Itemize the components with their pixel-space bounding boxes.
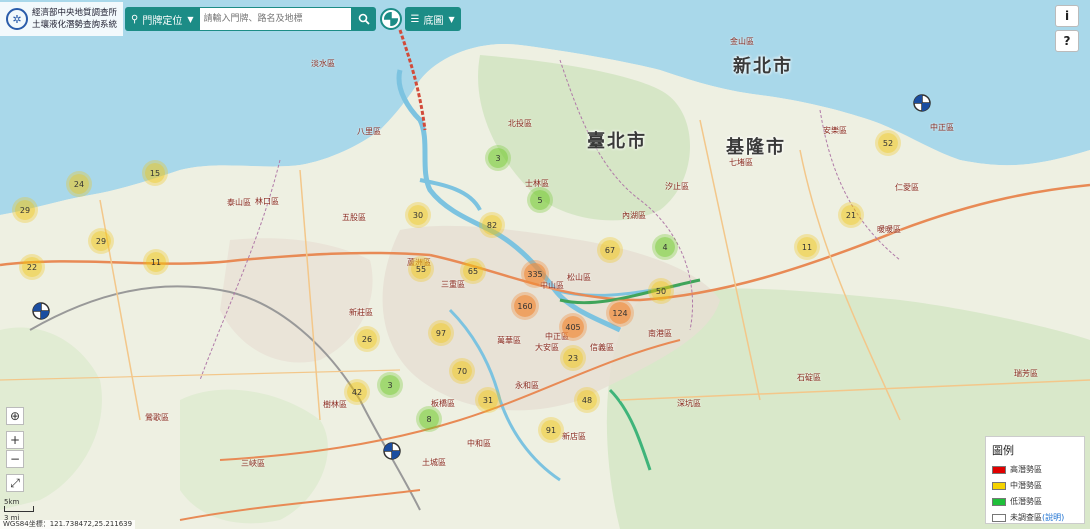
legend-label: 高潛勢區 (1010, 465, 1042, 474)
map-pin-icon: ⚲ (131, 13, 139, 25)
fullscreen-button[interactable]: ⤢ (6, 474, 24, 492)
compass-icon (383, 12, 398, 26)
legend-help-link[interactable]: (說明) (1042, 512, 1064, 523)
cluster-marker[interactable]: 160 (514, 295, 536, 317)
cluster-marker[interactable]: 22 (22, 257, 42, 277)
cluster-marker[interactable]: 5 (530, 190, 550, 210)
cluster-marker[interactable]: 30 (408, 205, 428, 225)
legend-label: 中潛勢區 (1010, 481, 1042, 490)
legend-swatch (992, 513, 1006, 522)
cluster-marker[interactable]: 97 (431, 323, 451, 343)
cluster-marker[interactable]: 52 (878, 133, 898, 153)
cluster-marker[interactable]: 50 (651, 281, 671, 301)
legend-swatch (992, 497, 1006, 506)
cluster-marker[interactable]: 26 (357, 329, 377, 349)
legend-item: 中潛勢區 (992, 480, 1078, 491)
cluster-marker[interactable]: 21 (841, 205, 861, 225)
legend-swatch (992, 465, 1006, 474)
cluster-marker[interactable]: 11 (797, 237, 817, 257)
legend-label: 低潛勢區 (1010, 497, 1042, 506)
basemap-label: 底圖 (423, 15, 444, 27)
agency-logo[interactable]: ✲ 經濟部中央地質調查所 土壤液化潛勢查詢系統 (0, 2, 124, 36)
cluster-marker[interactable]: 42 (347, 382, 367, 402)
chevron-down-icon: ▼ (187, 14, 194, 24)
scale-line (4, 506, 34, 512)
cluster-marker[interactable]: 124 (609, 302, 631, 324)
cluster-marker[interactable]: 82 (482, 215, 502, 235)
cluster-marker[interactable]: 3 (380, 375, 400, 395)
help-button[interactable]: ? (1055, 30, 1079, 52)
cluster-marker[interactable]: 91 (541, 420, 561, 440)
coordinate-readout: WGS84坐標：121.738472,25.211639 (0, 520, 136, 529)
cluster-marker[interactable]: 31 (478, 390, 498, 410)
agency-seal-icon: ✲ (6, 8, 28, 30)
cluster-marker[interactable]: 48 (577, 390, 597, 410)
search-button[interactable] (351, 7, 376, 31)
cluster-marker[interactable]: 24 (69, 174, 89, 194)
cluster-marker[interactable]: 65 (463, 261, 483, 281)
crosshair-marker-icon[interactable] (383, 442, 401, 460)
crosshair-marker-icon[interactable] (913, 94, 931, 112)
chevron-down-icon: ▼ (448, 14, 455, 24)
cluster-marker[interactable]: 335 (524, 263, 546, 285)
search-icon (358, 13, 370, 25)
legend-label: 未調查區 (1010, 513, 1042, 522)
app-root: 新北市 臺北市 基隆市 淡水區 八里區 北投區 士林區 三芝區 汐止區 內湖區 … (0, 0, 1090, 529)
cluster-marker[interactable]: 29 (91, 231, 111, 251)
scale-km: 5km (4, 498, 20, 506)
cluster-marker[interactable]: 4 (655, 237, 675, 257)
basemap-dropdown[interactable]: ☰ 底圖 ▼ (404, 7, 461, 31)
cluster-marker[interactable]: 3 (488, 148, 508, 168)
legend-panel: 圖例 高潛勢區 中潛勢區 低潛勢區 未調查區 (說明) (985, 436, 1085, 524)
search-input[interactable] (199, 7, 352, 31)
compass-button[interactable] (379, 8, 402, 30)
scale-bar: 5km 3 mi (4, 498, 34, 522)
legend-title: 圖例 (992, 444, 1014, 457)
cluster-marker[interactable]: 8 (419, 409, 439, 429)
layers-icon: ☰ (410, 13, 420, 25)
top-toolbar: ✲ 經濟部中央地質調查所 土壤液化潛勢查詢系統 ⚲ 門牌定位 ▼ 請輸入門牌、路… (0, 0, 461, 38)
cluster-marker[interactable]: 70 (452, 361, 472, 381)
legend-swatch (992, 481, 1006, 490)
cluster-marker[interactable]: 15 (145, 163, 165, 183)
cluster-marker[interactable]: 55 (411, 259, 431, 279)
system-name: 土壤液化潛勢查詢系統 (32, 20, 118, 30)
cluster-marker[interactable]: 67 (600, 240, 620, 260)
legend-item: 高潛勢區 (992, 464, 1078, 475)
info-button[interactable]: i (1055, 5, 1079, 27)
cluster-marker[interactable]: 405 (562, 316, 584, 338)
agency-name: 經濟部中央地質調查所 (32, 8, 118, 18)
zoom-in-button[interactable]: + (6, 431, 24, 449)
locate-me-button[interactable]: ⊕ (6, 407, 24, 425)
cluster-marker[interactable]: 23 (563, 348, 583, 368)
cluster-marker[interactable]: 11 (146, 252, 166, 272)
legend-item: 未調查區 (說明) (992, 512, 1078, 523)
cluster-marker[interactable]: 29 (15, 200, 35, 220)
locate-label: 門牌定位 (142, 15, 183, 27)
address-locate-dropdown[interactable]: ⚲ 門牌定位 ▼ (125, 7, 200, 31)
zoom-out-button[interactable]: − (6, 450, 24, 468)
legend-item: 低潛勢區 (992, 496, 1078, 507)
crosshair-marker-icon[interactable] (32, 302, 50, 320)
